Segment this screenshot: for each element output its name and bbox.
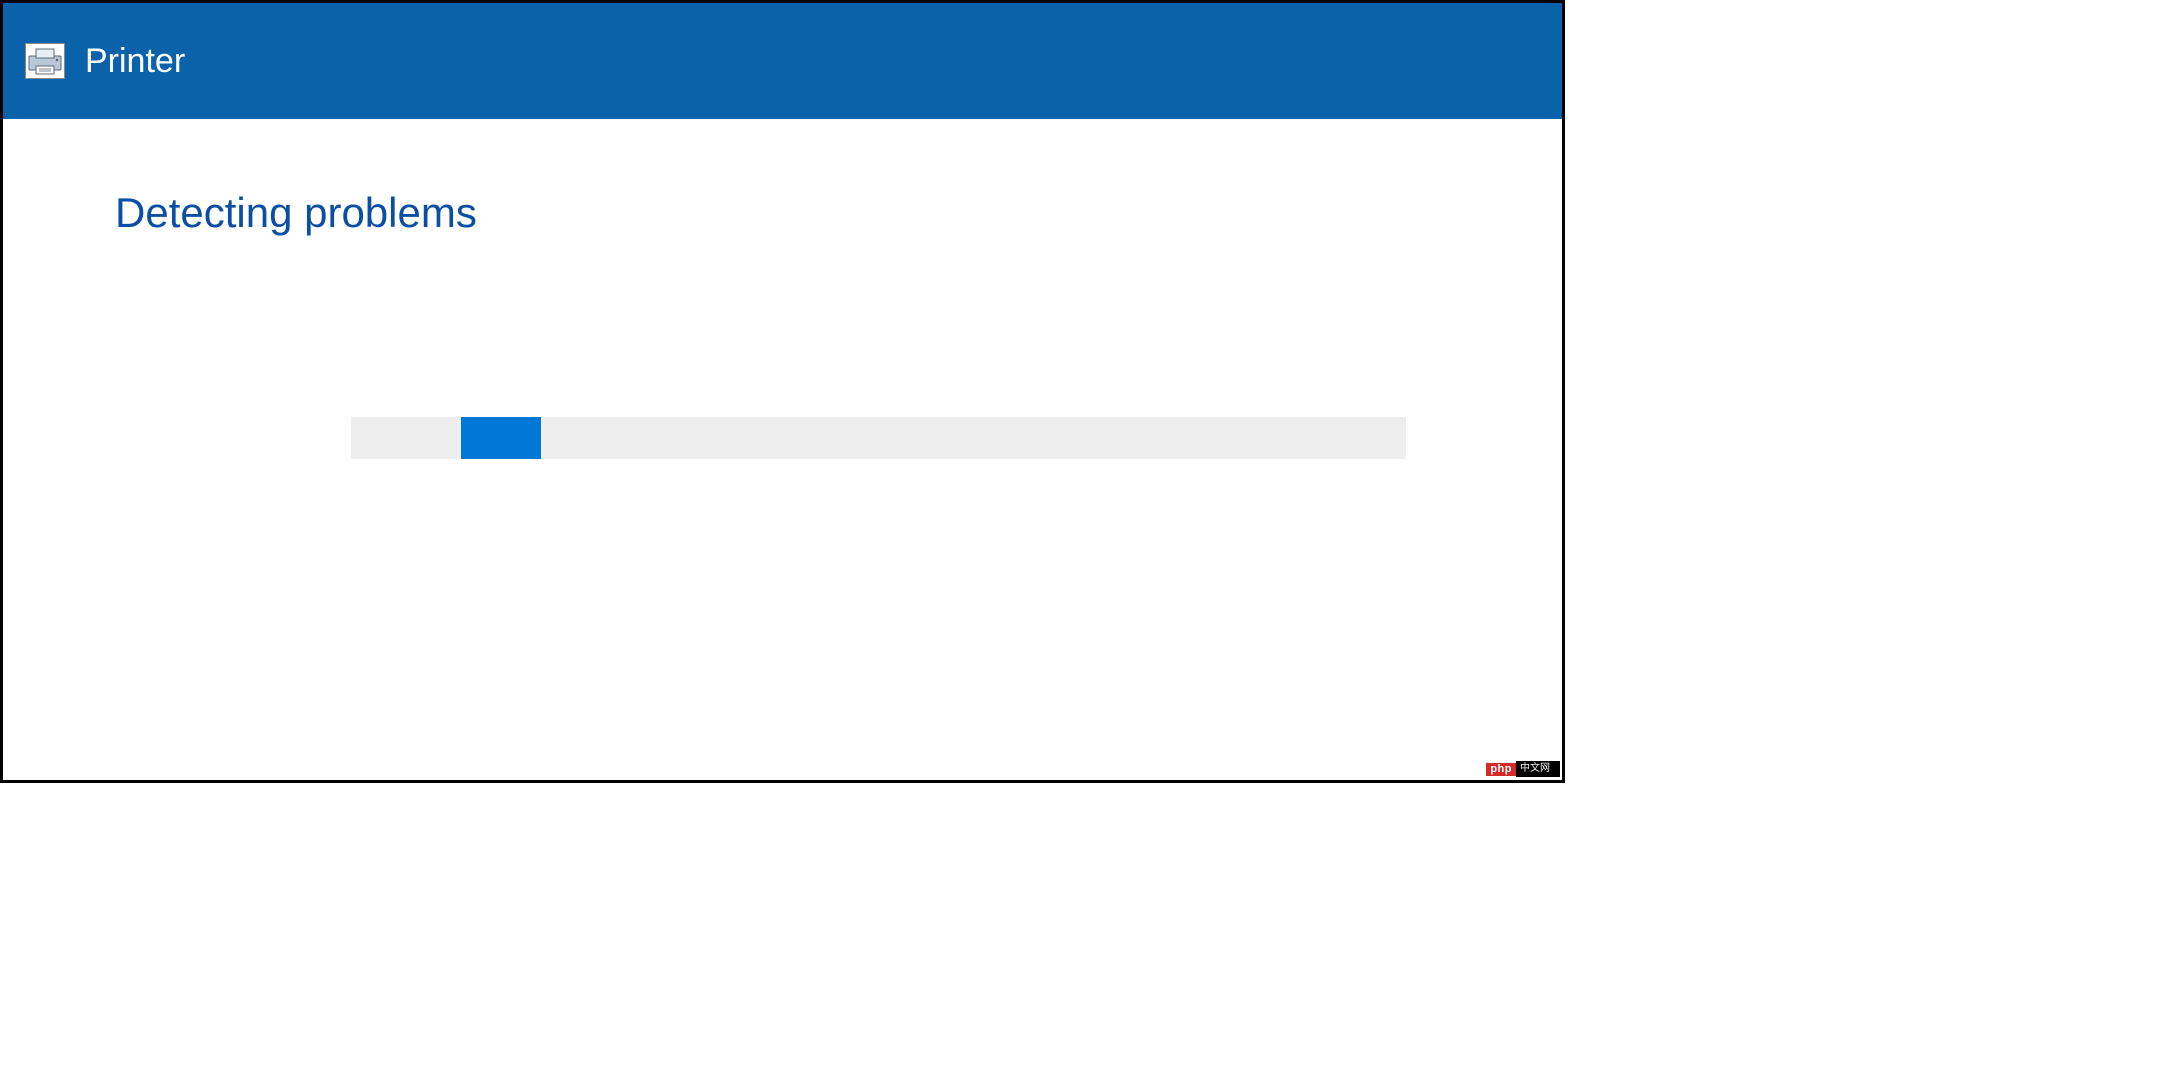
watermark-logo-red: php: [1486, 763, 1516, 776]
troubleshooter-window: Printer Detecting problems php 中文网: [0, 0, 1565, 783]
progress-fill: [461, 417, 541, 459]
printer-icon: [25, 43, 65, 79]
content-area: Detecting problems: [3, 119, 1562, 780]
watermark: php 中文网: [1486, 760, 1560, 778]
page-heading: Detecting problems: [115, 189, 477, 237]
titlebar: Printer: [3, 3, 1562, 119]
watermark-logo-black: 中文网: [1516, 761, 1560, 777]
titlebar-label: Printer: [85, 42, 185, 81]
progress-bar: [351, 417, 1406, 459]
